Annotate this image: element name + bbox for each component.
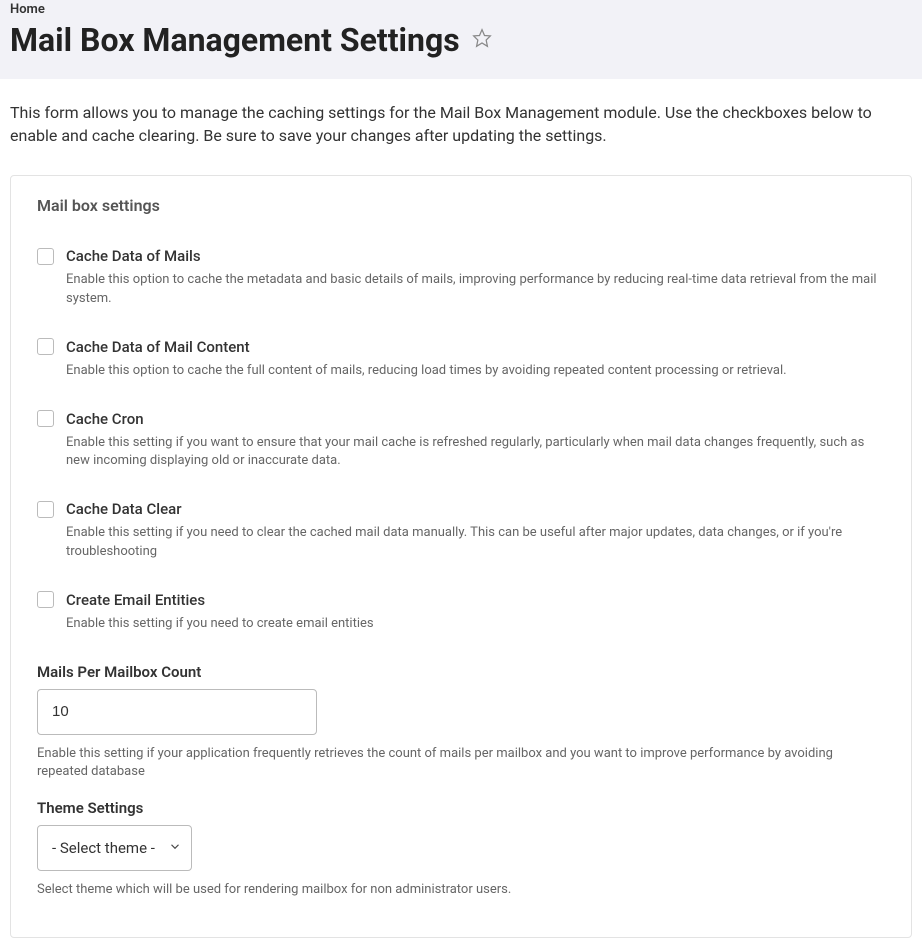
check-cache-mail-content-input[interactable]: [37, 338, 54, 355]
check-create-email-entities: Create Email Entities Enable this settin…: [37, 591, 885, 633]
check-cache-mail-content: Cache Data of Mail Content Enable this o…: [37, 338, 885, 380]
check-cache-cron-desc: Enable this setting if you want to ensur…: [66, 434, 885, 470]
check-cache-mails-desc: Enable this option to cache the metadata…: [66, 271, 885, 307]
check-cache-data-clear: Cache Data Clear Enable this setting if …: [37, 500, 885, 560]
theme-settings-select[interactable]: - Select theme -: [37, 825, 192, 871]
mails-per-mailbox-desc: Enable this setting if your application …: [37, 745, 885, 781]
page-title: Mail Box Management Settings: [10, 21, 460, 59]
mails-per-mailbox-label: Mails Per Mailbox Count: [37, 663, 885, 681]
check-cache-cron-input[interactable]: [37, 410, 54, 427]
mails-per-mailbox-field: Mails Per Mailbox Count Enable this sett…: [37, 663, 885, 781]
favorite-star-icon[interactable]: [472, 28, 492, 52]
check-cache-mails-input[interactable]: [37, 248, 54, 265]
check-cache-mail-content-desc: Enable this option to cache the full con…: [66, 362, 885, 380]
theme-settings-desc: Select theme which will be used for rend…: [37, 881, 885, 899]
check-create-email-entities-input[interactable]: [37, 591, 54, 608]
check-cache-data-clear-desc: Enable this setting if you need to clear…: [66, 524, 885, 560]
check-cache-data-clear-input[interactable]: [37, 501, 54, 518]
panel-title: Mail box settings: [37, 196, 885, 215]
check-cache-mail-content-label: Cache Data of Mail Content: [66, 338, 250, 356]
theme-settings-label: Theme Settings: [37, 799, 885, 817]
intro-text: This form allows you to manage the cachi…: [0, 79, 922, 175]
check-cache-mails: Cache Data of Mails Enable this option t…: [37, 247, 885, 307]
mails-per-mailbox-input[interactable]: [37, 689, 317, 735]
settings-panel: Mail box settings Cache Data of Mails En…: [10, 175, 912, 938]
check-cache-cron-label: Cache Cron: [66, 410, 144, 428]
check-cache-data-clear-label: Cache Data Clear: [66, 500, 182, 518]
check-cache-cron: Cache Cron Enable this setting if you wa…: [37, 410, 885, 470]
breadcrumb-home[interactable]: Home: [10, 0, 912, 21]
check-create-email-entities-label: Create Email Entities: [66, 591, 205, 609]
page-title-row: Mail Box Management Settings: [10, 21, 912, 59]
theme-settings-field: Theme Settings - Select theme - Select t…: [37, 799, 885, 899]
check-create-email-entities-desc: Enable this setting if you need to creat…: [66, 615, 885, 633]
check-cache-mails-label: Cache Data of Mails: [66, 247, 201, 265]
header-bar: Home Mail Box Management Settings: [0, 0, 922, 79]
